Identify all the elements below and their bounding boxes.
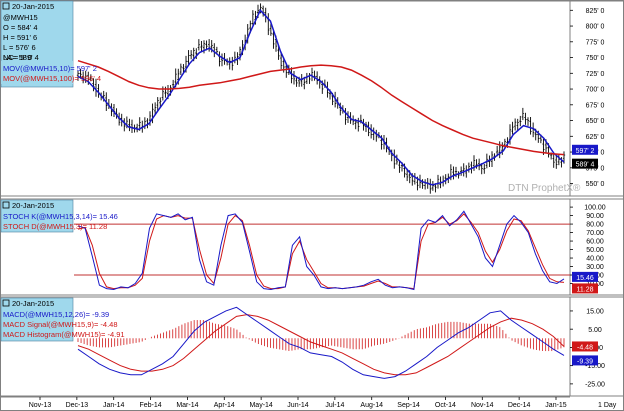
y-tick-label: 15.00 (586, 309, 604, 316)
x-tick-label: Mar-14 (176, 402, 198, 409)
stoch-header-date: 20-Jan-2015 (12, 201, 54, 210)
x-tick-label: May-14 (249, 402, 272, 409)
y-tick-label: 725' 0 (586, 71, 605, 78)
mov10-legend: MOV(@MWH15,10)= 597' 2 (3, 64, 97, 73)
y-tick-label: 750' 0 (586, 55, 605, 62)
futures-chart: 825' 0 800' 0 775' 0 750' 0 725' 0 700' 0 675'… (0, 0, 624, 411)
y-tick-label: 625' 0 (586, 134, 605, 141)
x-tick-label: Jul-14 (325, 402, 344, 409)
x-tick-label: Jan-15 (545, 402, 567, 409)
y-tick-label: 90.00 (586, 213, 604, 220)
x-tick-label: Nov-14 (471, 402, 494, 409)
last-macd-tag: -9.39 (577, 358, 593, 365)
interval-label[interactable]: 1 Day (598, 402, 617, 409)
y-tick-label: 675' 0 (586, 102, 605, 109)
last-stoch-d-tag: 11.28 (577, 286, 594, 293)
x-tick-label: Oct-14 (435, 402, 456, 409)
y-tick-label: 50.00 (586, 247, 604, 254)
price-header-date: 20-Jan-2015 (12, 2, 54, 11)
y-tick-label: 100.00 (584, 205, 606, 212)
macd-header-date: 20-Jan-2015 (12, 299, 54, 308)
info-line: H = 591' 6 (3, 33, 37, 42)
y-tick-label: -25.00 (585, 381, 605, 388)
y-tick-label: 800' 0 (586, 24, 605, 31)
y-tick-label: 5.00 (588, 327, 602, 334)
macd-histogram-legend: MACD Histogram(@MWH15)= -4.91 (3, 330, 125, 339)
macd-signal-legend: MACD Signal(@MWH15,9)= -4.48 (3, 320, 118, 329)
x-tick-label: Apr-14 (214, 402, 235, 409)
watermark: DTN ProphetX® (508, 183, 581, 194)
macd-legend: MACD(@MWH15,12,26)= -9.39 (3, 310, 109, 319)
y-tick-label: 80.00 (586, 222, 604, 229)
info-line: O = 584' 4 (3, 23, 38, 32)
stoch-k-legend: STOCH K(@MWH15,3,14)= 15.46 (3, 212, 118, 221)
last-price-tag: 589' 4 (576, 162, 595, 169)
stoch-d-legend: STOCH D(@MWH15,3)= 11.28 (3, 222, 107, 231)
y-tick-label: 775' 0 (586, 39, 605, 46)
y-tick-label: 40.00 (586, 256, 604, 263)
x-tick-label: Aug-14 (360, 402, 383, 409)
mov100-legend: MOV(@MWH15,100)= 596' 4 (3, 74, 101, 83)
last-mov10-tag: 597' 2 (576, 148, 595, 155)
x-tick-label: Feb-14 (139, 402, 161, 409)
info-line: L = 576' 6 (3, 43, 36, 52)
y-tick-label: 700' 0 (586, 87, 605, 94)
last-stoch-k-tag: 15.46 (576, 275, 594, 282)
info-line: @MWH15 (3, 13, 38, 22)
y-tick-label: 825' 0 (586, 8, 605, 15)
y-tick-label: 70.00 (586, 230, 604, 237)
x-tick-label: Dec-13 (66, 402, 89, 409)
x-tick-label: Nov-13 (29, 402, 52, 409)
x-tick-label: Sep-14 (397, 402, 420, 409)
y-tick-label: 60.00 (586, 239, 604, 246)
x-tick-label: Jan-14 (103, 402, 125, 409)
last-macd-signal-tag: -4.48 (577, 344, 593, 351)
y-tick-label: 650' 0 (586, 118, 605, 125)
chart-frame (0, 0, 624, 411)
y-tick-label: 550' 0 (586, 181, 605, 188)
x-tick-label: Dec-14 (508, 402, 531, 409)
x-tick-label: Jun-14 (287, 402, 309, 409)
y-tick-label: 30.00 (586, 264, 604, 271)
info-line: NC= 5' 0 (3, 53, 32, 62)
